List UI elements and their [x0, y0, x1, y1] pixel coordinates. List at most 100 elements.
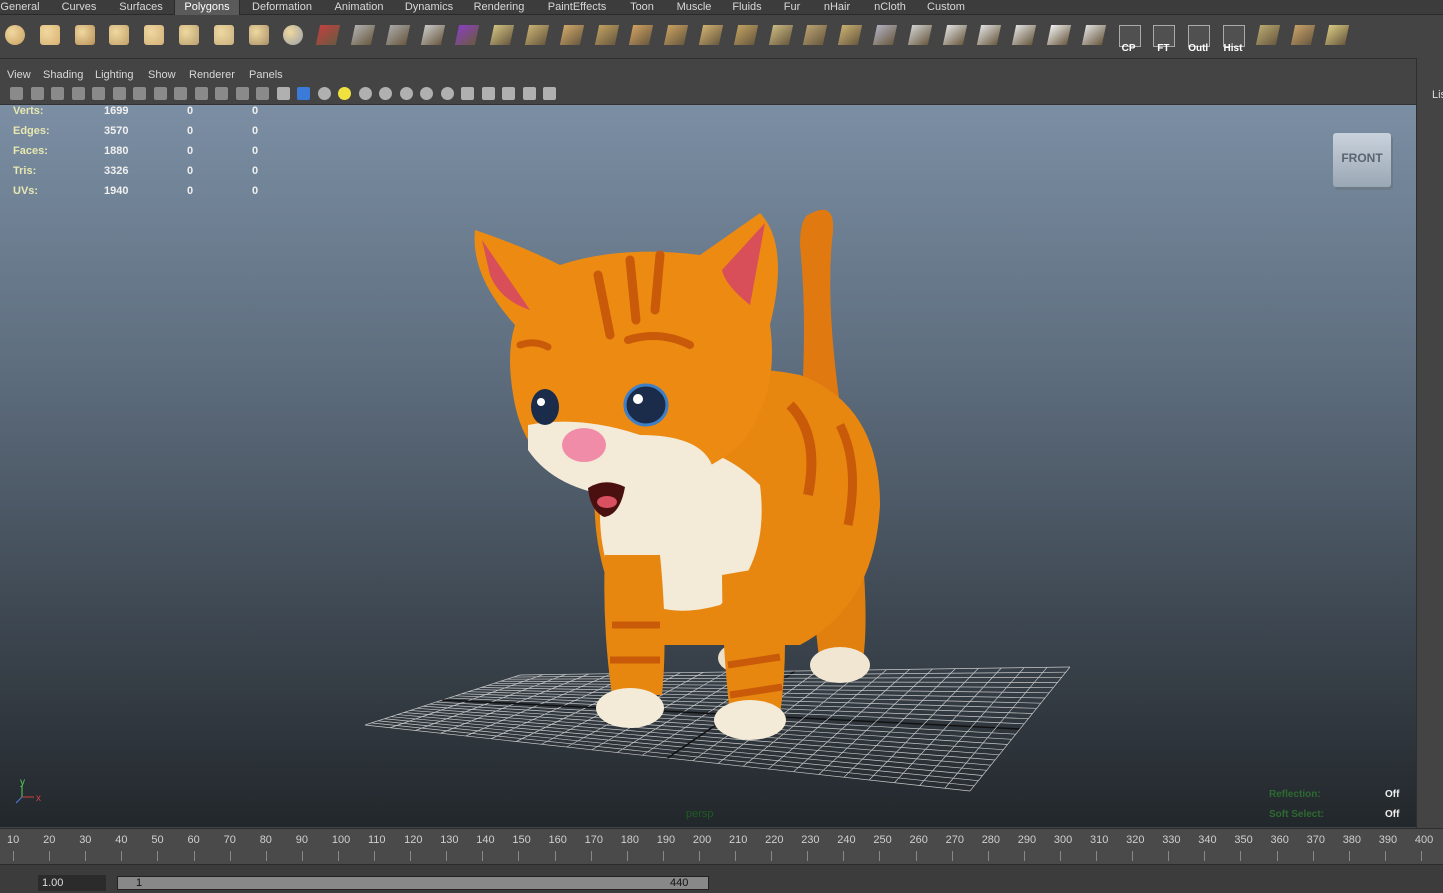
menu-view[interactable]: View — [7, 67, 31, 84]
bridge-icon[interactable] — [523, 21, 551, 49]
wire-on-shaded-icon[interactable] — [297, 87, 310, 100]
time-slider[interactable]: 10 20 30 40 50 60 70 80 90 100 110 120 130 140 150 160 1… — [0, 828, 1443, 865]
bevel-icon[interactable] — [767, 21, 795, 49]
timeline-tick-label: 390 — [1378, 834, 1398, 846]
tab-ncloth[interactable]: nCloth — [868, 0, 912, 14]
poly-pyramid-icon[interactable] — [210, 21, 238, 49]
append-icon[interactable] — [558, 21, 586, 49]
xray-comp-icon[interactable] — [543, 87, 556, 100]
menu-panels[interactable]: Panels — [249, 67, 283, 84]
side-panel-edge[interactable]: Lis — [1416, 58, 1443, 828]
safe-action-icon[interactable] — [215, 87, 228, 100]
wedge-icon[interactable] — [697, 21, 725, 49]
menu-lighting[interactable]: Lighting — [95, 67, 134, 84]
poly-soccer-icon[interactable] — [279, 21, 307, 49]
collapse-icon[interactable] — [836, 21, 864, 49]
safe-title-icon[interactable] — [235, 87, 249, 100]
timeline-tick — [554, 851, 556, 861]
unfold-icon[interactable] — [1323, 21, 1351, 49]
insert-loop-icon[interactable] — [627, 21, 655, 49]
selected-cube-icon[interactable] — [453, 21, 481, 49]
use-all-lights-icon[interactable] — [338, 87, 351, 100]
grease-pencil-icon[interactable] — [92, 87, 105, 100]
viewport-persp[interactable]: Verts: 1699 0 0 Edges: 3570 0 0 Faces: 1… — [0, 105, 1416, 827]
tab-curves[interactable]: Curves — [58, 0, 100, 14]
poly-pipe-icon[interactable] — [245, 21, 273, 49]
tab-animation[interactable]: Animation — [330, 0, 388, 14]
uv-auto-icon[interactable] — [1045, 21, 1073, 49]
screen-ao-icon[interactable] — [379, 87, 392, 100]
image-plane-icon[interactable] — [51, 87, 64, 100]
poly-sphere-icon[interactable] — [1, 21, 29, 49]
split-icon[interactable] — [593, 21, 621, 49]
resolution-gate-icon[interactable] — [153, 87, 167, 100]
tab-custom[interactable]: Custom — [924, 0, 968, 14]
smooth-shade-icon[interactable] — [276, 87, 290, 100]
tab-painteffects[interactable]: PaintEffects — [542, 0, 612, 14]
smooth-icon[interactable] — [384, 21, 412, 49]
poly-torus-icon[interactable] — [175, 21, 203, 49]
field-chart-icon[interactable] — [194, 87, 208, 100]
timeline-tick — [229, 851, 231, 861]
timeline-tick-label: 50 — [151, 834, 164, 846]
tab-fluids[interactable]: Fluids — [728, 0, 766, 14]
2d-pan-icon[interactable] — [71, 87, 85, 100]
tab-fur[interactable]: Fur — [778, 0, 806, 14]
timeline-tick-label: 120 — [404, 834, 423, 846]
uv-planar-icon[interactable] — [941, 21, 969, 49]
grid-toggle-icon[interactable] — [112, 87, 126, 100]
menu-shading[interactable]: Shading — [43, 67, 83, 84]
extrude-icon[interactable] — [488, 21, 516, 49]
menu-renderer[interactable]: Renderer — [189, 67, 235, 84]
tab-toon[interactable]: Toon — [624, 0, 660, 14]
offset-loop-icon[interactable] — [662, 21, 690, 49]
sew-icon[interactable] — [1254, 21, 1282, 49]
harden-icon[interactable] — [906, 21, 934, 49]
combine-icon[interactable] — [349, 21, 377, 49]
cp-icon[interactable]: CP — [1115, 21, 1143, 54]
tab-nhair[interactable]: nHair — [818, 0, 856, 14]
merge-icon[interactable] — [801, 21, 829, 49]
range-slider[interactable]: 1 440 — [117, 876, 709, 890]
menu-show[interactable]: Show — [148, 67, 176, 84]
gate-mask-icon[interactable] — [174, 87, 187, 100]
poke-icon[interactable] — [732, 21, 760, 49]
checker-icon[interactable] — [1080, 21, 1108, 49]
poly-plane-icon[interactable] — [140, 21, 168, 49]
camera-attr-icon[interactable] — [10, 87, 23, 100]
history-icon[interactable]: Hist — [1219, 21, 1247, 54]
poly-cylinder-icon[interactable] — [71, 21, 99, 49]
timeline-tick-label: 290 — [1017, 834, 1037, 846]
uv-sphere-icon[interactable] — [1010, 21, 1038, 49]
textured-icon[interactable] — [317, 87, 331, 100]
current-time-field[interactable]: 1.00 — [38, 875, 106, 891]
poly-cube-icon[interactable] — [36, 21, 64, 49]
tab-dynamics[interactable]: Dynamics — [400, 0, 458, 14]
average-icon[interactable] — [419, 21, 447, 49]
shadows-icon[interactable] — [358, 87, 372, 100]
multisample-icon[interactable] — [420, 87, 433, 100]
tab-muscle[interactable]: Muscle — [672, 0, 716, 14]
isolate-icon[interactable] — [481, 87, 495, 100]
bookmark-icon[interactable] — [30, 87, 44, 100]
tab-polygons[interactable]: Polygons — [174, 0, 240, 15]
wireframe-icon[interactable] — [256, 87, 269, 100]
soften-icon[interactable] — [871, 21, 899, 49]
cut-icon[interactable] — [1289, 21, 1317, 49]
poly-cone-icon[interactable] — [105, 21, 133, 49]
ft-icon[interactable]: FT — [1149, 21, 1177, 54]
xray-joints-icon[interactable] — [522, 87, 536, 100]
depth-of-field-icon[interactable] — [440, 87, 454, 100]
timeline-tick-label: 190 — [656, 834, 676, 846]
uv-cyl-icon[interactable] — [975, 21, 1003, 49]
tab-deformation[interactable]: Deformation — [246, 0, 318, 14]
separate-icon[interactable] — [314, 21, 342, 49]
tab-rendering[interactable]: Rendering — [470, 0, 528, 14]
hud-toggle-icon[interactable] — [461, 87, 474, 100]
tab-general[interactable]: General — [0, 0, 40, 14]
motion-blur-icon[interactable] — [399, 87, 413, 100]
xray-icon[interactable] — [502, 87, 515, 100]
film-gate-icon[interactable] — [133, 87, 146, 100]
outliner-icon[interactable]: Outl — [1184, 21, 1212, 54]
tab-surfaces[interactable]: Surfaces — [116, 0, 166, 14]
